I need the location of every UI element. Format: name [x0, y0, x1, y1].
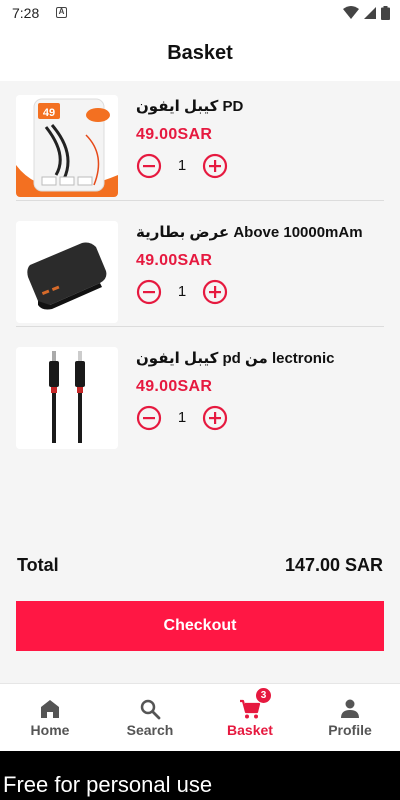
item-title[interactable]: كيبل ايفون PD — [136, 97, 384, 115]
increase-quantity-button[interactable] — [202, 279, 228, 305]
decrease-quantity-button[interactable] — [136, 153, 162, 179]
nav-item-basket[interactable]: 3 Basket — [200, 684, 300, 751]
nav-item-profile[interactable]: Profile — [300, 684, 400, 751]
increase-quantity-button[interactable] — [202, 405, 228, 431]
thumb-price-badge: 49 — [43, 107, 55, 119]
quantity-value: 1 — [177, 157, 187, 174]
wifi-icon — [343, 6, 359, 19]
person-icon — [341, 699, 359, 718]
nav-item-home[interactable]: Home — [0, 684, 100, 751]
cart-item: 49 كيبل ايفون PD 49.00SAR 1 — [16, 81, 384, 201]
basket-content: 49 كيبل ايفون PD 49.00SAR 1 عرض بطارية A… — [0, 81, 400, 683]
nav-label: Search — [126, 722, 174, 738]
bottom-nav: Home Search 3 Basket Profile — [0, 683, 400, 751]
checkout-button[interactable]: Checkout — [16, 601, 384, 651]
status-icons — [343, 6, 390, 20]
battery-icon — [381, 6, 390, 20]
status-time: 7:28 — [12, 5, 40, 21]
decrease-quantity-button[interactable] — [136, 279, 162, 305]
item-price: 49.00SAR — [136, 378, 213, 395]
item-price: 49.00SAR — [136, 252, 213, 269]
power-bank-image[interactable] — [16, 221, 118, 323]
notification-icon: A — [56, 7, 67, 18]
search-icon — [140, 699, 161, 720]
total-value: 147.00 SAR — [284, 555, 383, 575]
quantity-value: 1 — [177, 409, 187, 426]
item-price: 49.00SAR — [136, 126, 213, 143]
item-title[interactable]: كيبل ايفون pd من lectronic — [136, 349, 384, 367]
signal-icon — [364, 7, 376, 19]
status-bar: 7:28 A — [0, 0, 400, 26]
nav-label: Home — [30, 722, 70, 738]
item-title[interactable]: عرض بطارية Above 10000mAm — [136, 223, 384, 241]
lightning-cable-image[interactable] — [16, 347, 118, 449]
header: Basket — [0, 26, 400, 81]
cart-item: كيبل ايفون pd من lectronic 49.00SAR 1 — [16, 333, 384, 453]
increase-quantity-button[interactable] — [202, 153, 228, 179]
cart-icon — [240, 699, 261, 719]
usb-c-cable-packaged-image[interactable]: 49 — [16, 95, 118, 197]
decrease-quantity-button[interactable] — [136, 405, 162, 431]
page-title: Basket — [167, 42, 233, 64]
watermark-text: Free for personal use — [3, 772, 213, 797]
home-icon — [41, 700, 59, 718]
basket-count-badge: 3 — [256, 688, 271, 703]
cart-item: عرض بطارية Above 10000mAm 49.00SAR 1 — [16, 207, 384, 327]
total-label: Total — [17, 555, 59, 575]
nav-label: Basket — [227, 722, 273, 738]
quantity-value: 1 — [177, 283, 187, 300]
nav-label: Profile — [328, 722, 372, 738]
nav-item-search[interactable]: Search — [100, 684, 200, 751]
